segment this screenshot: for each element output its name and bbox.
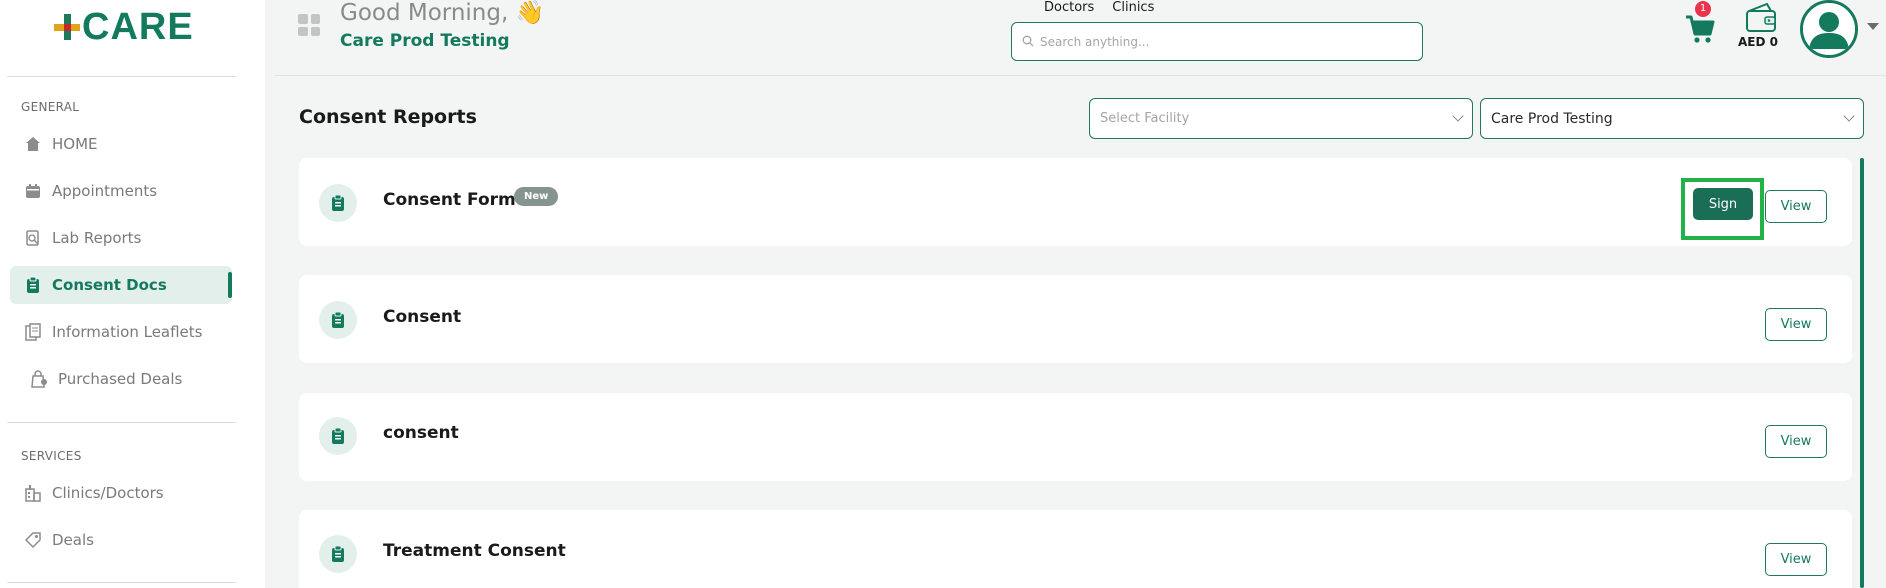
plus-logo-icon (54, 12, 80, 42)
sidebar-item-clinics-doctors[interactable]: Clinics/Doctors (10, 474, 232, 512)
search-box (1011, 22, 1423, 61)
sidebar-item-label: HOME (52, 135, 98, 153)
list-item: Treatment Consent View (299, 510, 1852, 588)
org-select[interactable]: Care Prod Testing (1480, 98, 1864, 139)
sidebar-item-label: Purchased Deals (58, 370, 183, 388)
clipboard-icon (319, 184, 357, 222)
list-item: Consent View (299, 275, 1852, 363)
search-scope-tabs: Doctors Clinics (1044, 0, 1154, 15)
sidebar-item-purchased-deals[interactable]: Purchased Deals (10, 360, 232, 398)
lab-icon (24, 229, 42, 247)
sidebar-item-label: Information Leaflets (52, 323, 203, 341)
sidebar-divider (7, 582, 236, 583)
facility-select-placeholder: Select Facility (1100, 111, 1190, 126)
tag-icon (24, 531, 42, 549)
avatar[interactable] (1800, 0, 1858, 58)
sign-button[interactable]: Sign (1693, 188, 1753, 220)
chevron-down-icon[interactable] (1867, 23, 1879, 30)
sidebar-divider (7, 422, 236, 423)
calendar-icon (24, 182, 42, 200)
greeting: Good Morning, 👋 (340, 0, 545, 26)
card-title: Treatment Consent (383, 541, 566, 561)
card-title: Consent Form (383, 190, 516, 210)
org-name: Care Prod Testing (340, 31, 510, 51)
home-icon (24, 135, 42, 153)
sidebar-item-label: Appointments (52, 182, 158, 200)
search-input[interactable] (1040, 34, 1410, 49)
facility-select[interactable]: Select Facility (1089, 98, 1473, 139)
chevron-down-icon (1843, 110, 1855, 122)
sidebar-item-appointments[interactable]: Appointments (10, 172, 232, 210)
apps-grid-icon[interactable] (298, 14, 320, 36)
sidebar-item-lab-reports[interactable]: Lab Reports (10, 219, 232, 257)
care-logo[interactable]: CARE (54, 6, 194, 48)
view-button[interactable]: View (1765, 425, 1827, 458)
search-icon (1022, 32, 1034, 51)
new-badge: New (514, 187, 559, 206)
sidebar-divider (7, 76, 236, 77)
wallet-balance: AED 0 (1738, 35, 1778, 49)
sidebar-item-label: Clinics/Doctors (52, 484, 164, 502)
tab-clinics[interactable]: Clinics (1112, 0, 1154, 15)
sidebar-item-information-leaflets[interactable]: Information Leaflets (10, 313, 232, 351)
cart-icon[interactable] (1685, 12, 1715, 44)
leaflet-icon (24, 323, 42, 341)
top-header: Good Morning, 👋 Care Prod Testing Doctor… (265, 0, 1886, 75)
deal-bag-icon (30, 370, 48, 388)
clipboard-icon (319, 535, 357, 573)
sidebar-item-consent-docs[interactable]: Consent Docs (10, 266, 232, 304)
header-divider (275, 75, 1886, 76)
sidebar-item-label: Consent Docs (52, 276, 167, 294)
clipboard-icon (24, 276, 42, 294)
logo-text: CARE (82, 6, 194, 48)
sidebar-item-label: Lab Reports (52, 229, 142, 247)
section-general: GENERAL (21, 100, 80, 114)
building-icon (24, 484, 42, 502)
org-select-value: Care Prod Testing (1491, 110, 1613, 127)
card-title: consent (383, 423, 459, 443)
clipboard-icon (319, 417, 357, 455)
wallet-icon[interactable] (1743, 2, 1779, 34)
card-title: Consent (383, 307, 462, 327)
scroll-indicator[interactable] (1860, 158, 1864, 588)
view-button[interactable]: View (1765, 543, 1827, 576)
list-item: Consent Form New Sign View (299, 158, 1852, 246)
view-button[interactable]: View (1765, 190, 1827, 223)
sidebar-item-deals[interactable]: Deals (10, 521, 232, 559)
sidebar-item-label: Deals (52, 531, 94, 549)
sidebar: CARE GENERAL HOME Appointments Lab Repor… (0, 0, 265, 588)
tab-doctors[interactable]: Doctors (1044, 0, 1094, 15)
page-title: Consent Reports (299, 106, 477, 128)
view-button[interactable]: View (1765, 308, 1827, 341)
section-services: SERVICES (21, 449, 82, 463)
cart-count-badge: 1 (1695, 1, 1711, 17)
clipboard-icon (319, 301, 357, 339)
list-item: consent View (299, 393, 1852, 481)
sidebar-item-home[interactable]: HOME (10, 125, 232, 163)
chevron-down-icon (1452, 110, 1464, 122)
